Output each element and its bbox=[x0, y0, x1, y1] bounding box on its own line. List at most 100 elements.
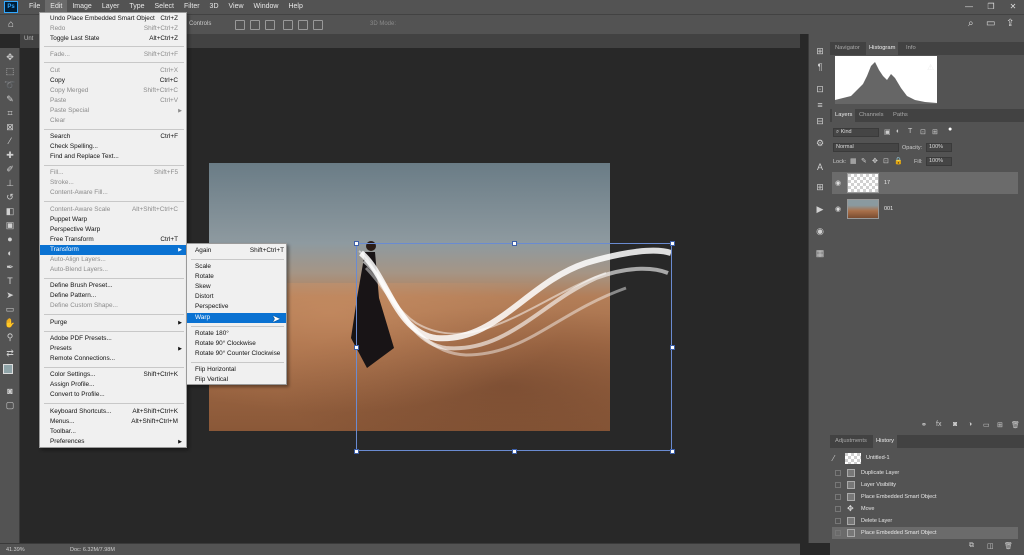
submenu-item-flip-vertical[interactable]: Flip Vertical bbox=[195, 375, 286, 385]
layer-style-icon[interactable]: fx bbox=[936, 421, 941, 428]
align-bottom-icon[interactable] bbox=[313, 20, 323, 30]
workspace-icon[interactable]: ▭ bbox=[986, 18, 995, 29]
history-state[interactable]: Place Embedded Smart Object bbox=[832, 527, 1018, 539]
transform-handle-top-left[interactable] bbox=[354, 241, 359, 246]
layer-row[interactable]: ◉ 17 bbox=[832, 172, 1018, 194]
quick-select-tool-icon[interactable]: ✎ bbox=[4, 94, 16, 104]
filter-type-icon[interactable]: T bbox=[908, 128, 912, 135]
submenu-item-perspective[interactable]: Perspective bbox=[195, 302, 286, 312]
visibility-eye-icon[interactable]: ◉ bbox=[835, 179, 841, 187]
healing-brush-tool-icon[interactable]: ✚ bbox=[4, 150, 16, 160]
eraser-tool-icon[interactable]: ◧ bbox=[4, 206, 16, 216]
clone-stamp-tool-icon[interactable]: ⊥ bbox=[4, 178, 16, 188]
lock-transparent-icon[interactable]: ▦ bbox=[850, 157, 857, 165]
screen-mode-icon[interactable]: ▢ bbox=[4, 400, 16, 410]
tab-history[interactable]: History bbox=[873, 435, 898, 448]
pen-tool-icon[interactable]: ✒ bbox=[4, 262, 16, 272]
share-icon[interactable]: ⇪ bbox=[1006, 18, 1014, 29]
menu-item-find-replace[interactable]: Find and Replace Text... bbox=[50, 152, 186, 162]
menu-item-color-settings[interactable]: Color Settings... Shift+Ctrl+K bbox=[50, 370, 186, 380]
new-document-from-state-icon[interactable]: ⧉ bbox=[969, 542, 974, 550]
transform-handle-bottom-right[interactable] bbox=[670, 449, 675, 454]
snapshot-camera-icon[interactable]: ◫ bbox=[987, 542, 994, 550]
menu-view[interactable]: View bbox=[224, 0, 249, 14]
transform-handle-top-right[interactable] bbox=[670, 241, 675, 246]
crop-tool-icon[interactable]: ⌗ bbox=[4, 108, 16, 118]
menu-item-toggle-last-state[interactable]: Toggle Last State Alt+Ctrl+Z bbox=[50, 34, 186, 44]
history-state[interactable]: ✥ Move bbox=[832, 503, 1018, 515]
menu-item-search[interactable]: Search Ctrl+F bbox=[50, 132, 186, 142]
minimize-icon[interactable]: — bbox=[958, 0, 980, 14]
filter-kind-select[interactable]: ⌕ Kind bbox=[833, 128, 879, 137]
maximize-icon[interactable]: ❐ bbox=[980, 0, 1002, 14]
submenu-item-distort[interactable]: Distort bbox=[195, 292, 286, 302]
menu-item-assign-profile[interactable]: Assign Profile... bbox=[50, 380, 186, 390]
tab-histogram[interactable]: Histogram bbox=[866, 42, 899, 55]
adjust-icon[interactable]: ⊟ bbox=[814, 116, 826, 126]
brush-settings-icon[interactable]: ⊡ bbox=[814, 84, 826, 94]
menu-item-transform[interactable]: Transform ▶ bbox=[40, 245, 186, 255]
lock-pixels-icon[interactable]: ✎ bbox=[861, 157, 867, 165]
adjustment-layer-icon[interactable]: ◑ bbox=[968, 421, 972, 428]
history-state[interactable]: Duplicate Layer bbox=[832, 467, 1018, 479]
fill-field[interactable]: 100% bbox=[926, 157, 952, 166]
tab-info[interactable]: Info bbox=[903, 44, 919, 53]
align-left-icon[interactable] bbox=[235, 20, 245, 30]
swatches-panel-icon[interactable]: ▦ bbox=[814, 248, 826, 258]
marquee-tool-icon[interactable]: ⬚ bbox=[4, 66, 16, 76]
transform-handle-bottom-left[interactable] bbox=[354, 449, 359, 454]
path-selection-tool-icon[interactable]: ➤ bbox=[4, 290, 16, 300]
menu-item-keyboard-shortcuts[interactable]: Keyboard Shortcuts... Alt+Shift+Ctrl+K bbox=[50, 407, 186, 417]
eyedropper-tool-icon[interactable]: ⁄ bbox=[4, 136, 16, 146]
blur-tool-icon[interactable]: ● bbox=[4, 234, 16, 244]
submenu-item-rotate[interactable]: Rotate bbox=[195, 272, 286, 282]
new-layer-icon[interactable]: ⊞ bbox=[997, 421, 1003, 429]
lock-artboard-icon[interactable]: ⊡ bbox=[883, 157, 889, 165]
char-panel-icon[interactable]: ⊞ bbox=[814, 182, 826, 192]
menu-item-check-spelling[interactable]: Check Spelling... bbox=[50, 142, 186, 152]
delete-state-icon[interactable]: 🗑 bbox=[1004, 542, 1013, 550]
quick-mask-icon[interactable]: ◙ bbox=[4, 386, 16, 396]
filter-pixel-icon[interactable]: ▣ bbox=[884, 128, 891, 136]
gradient-tool-icon[interactable]: ▣ bbox=[4, 220, 16, 230]
history-state[interactable]: Delete Layer bbox=[832, 515, 1018, 527]
delete-layer-icon[interactable]: 🗑 bbox=[1011, 421, 1020, 429]
visibility-eye-icon[interactable]: ◉ bbox=[835, 205, 841, 213]
group-icon[interactable]: ▭ bbox=[983, 421, 990, 429]
search-icon[interactable]: ⌕ bbox=[968, 18, 974, 29]
paths-panel-icon[interactable]: A bbox=[814, 162, 826, 172]
type-tool-icon[interactable]: T bbox=[4, 276, 16, 286]
submenu-item-flip-horizontal[interactable]: Flip Horizontal bbox=[195, 365, 286, 375]
link-layers-icon[interactable]: ⚭ bbox=[921, 421, 927, 429]
zoom-level[interactable]: 41.39% bbox=[6, 547, 25, 553]
tab-navigator[interactable]: Navigator bbox=[832, 44, 863, 53]
transform-handle-right[interactable] bbox=[670, 345, 675, 350]
menu-item-undo[interactable]: Undo Place Embedded Smart Object Ctrl+Z bbox=[50, 14, 186, 24]
menu-item-perspective-warp[interactable]: Perspective Warp bbox=[50, 225, 186, 235]
submenu-item-rotate-180[interactable]: Rotate 180° bbox=[195, 329, 286, 339]
tab-layers[interactable]: Layers bbox=[832, 109, 856, 122]
tab-paths[interactable]: Paths bbox=[890, 111, 911, 120]
transform-bounding-box[interactable] bbox=[356, 243, 672, 451]
menu-item-preferences[interactable]: Preferences ▶ bbox=[50, 437, 186, 447]
submenu-item-scale[interactable]: Scale bbox=[195, 262, 286, 272]
menu-item-menus[interactable]: Menus... Alt+Shift+Ctrl+M bbox=[50, 417, 186, 427]
rectangle-tool-icon[interactable]: ▭ bbox=[4, 304, 16, 314]
menu-item-pdf-presets[interactable]: Adobe PDF Presets... bbox=[50, 334, 186, 344]
filter-adjust-icon[interactable]: ◐ bbox=[896, 128, 900, 135]
history-snapshot[interactable]: ⁄ Untitled-1 bbox=[832, 452, 1018, 466]
opacity-field[interactable]: 100% bbox=[926, 143, 952, 152]
blend-mode-select[interactable]: Normal bbox=[833, 143, 899, 152]
menu-item-convert-profile[interactable]: Convert to Profile... bbox=[50, 390, 186, 400]
history-brush-source-icon[interactable]: ⁄ bbox=[833, 454, 834, 463]
glyphs-icon[interactable]: ⚙ bbox=[814, 138, 826, 148]
filter-shape-icon[interactable]: ⊡ bbox=[920, 128, 926, 136]
menu-item-free-transform[interactable]: Free Transform Ctrl+T bbox=[50, 235, 186, 245]
foreground-color-swatch[interactable] bbox=[3, 364, 13, 374]
paragraph-panel-icon[interactable]: ¶ bbox=[814, 62, 826, 72]
hand-tool-icon[interactable]: ✋ bbox=[4, 318, 16, 328]
submenu-item-rotate-90-ccw[interactable]: Rotate 90° Counter Clockwise bbox=[195, 349, 286, 359]
menu-item-remote-connections[interactable]: Remote Connections... bbox=[50, 354, 186, 364]
dodge-tool-icon[interactable]: ◐ bbox=[4, 248, 16, 258]
lock-all-icon[interactable]: 🔒 bbox=[894, 157, 903, 165]
